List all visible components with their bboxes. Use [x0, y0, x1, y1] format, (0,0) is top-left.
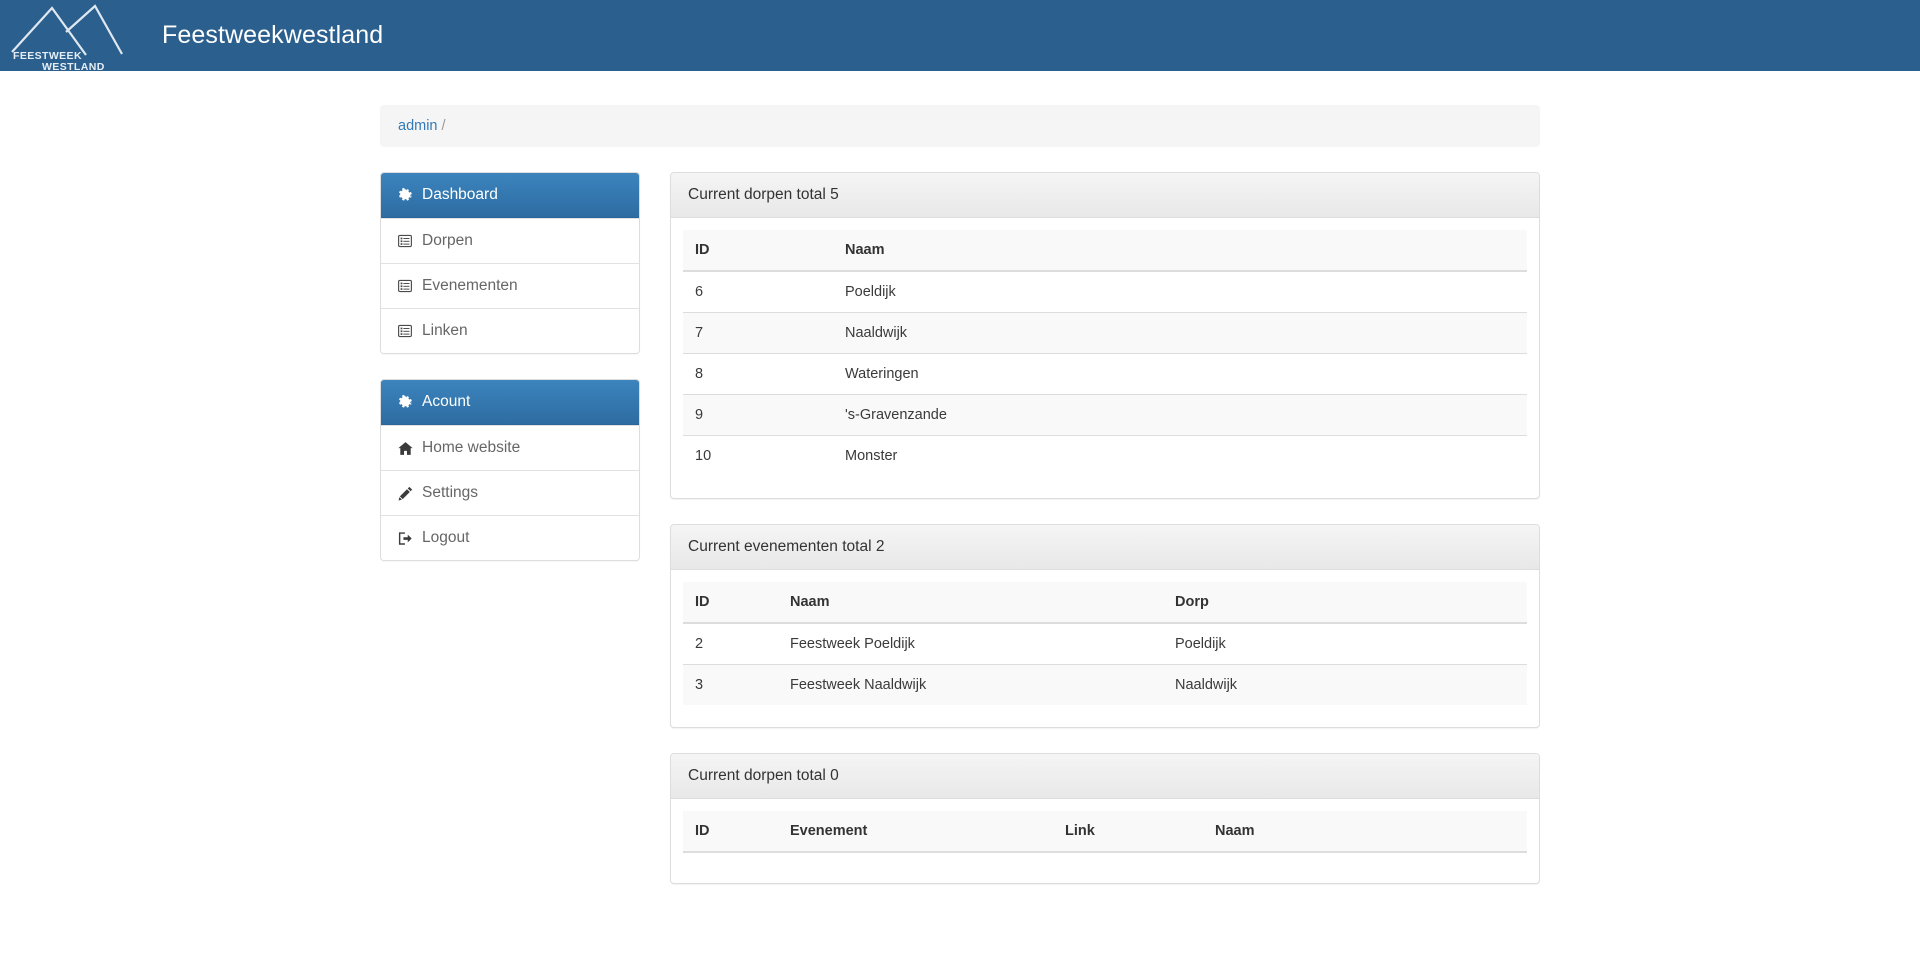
column-header-link: Link	[1053, 811, 1203, 853]
table-row[interactable]: 10 Monster	[683, 435, 1527, 476]
table-row[interactable]: 6 Poeldijk	[683, 270, 1527, 313]
table-row[interactable]: 9 's-Gravenzande	[683, 394, 1527, 436]
sidebar-group-header-account[interactable]: Acount	[381, 380, 639, 425]
site-logo[interactable]: FEESTWEEK WESTLAND	[0, 0, 129, 71]
sidebar-item-label: Evenementen	[422, 277, 518, 294]
column-header-id: ID	[683, 582, 778, 624]
pencil-icon	[397, 485, 413, 501]
column-header-naam: Naam	[1203, 811, 1527, 853]
dorpen-table-body: 6 Poeldijk 7 Naaldwijk 8 Wateringen 9 's…	[683, 270, 1527, 476]
cell-naam: Wateringen	[833, 353, 1527, 395]
linken-table-head: ID Evenement Link Naam	[683, 811, 1527, 853]
sidebar-group-account: Acount Home website Settings Logout	[380, 379, 640, 561]
cell-id: 8	[683, 353, 833, 395]
sidebar: Dashboard Dorpen Evenementen Linken Acou…	[380, 172, 640, 586]
svg-text:WESTLAND: WESTLAND	[42, 61, 105, 71]
table-header-row: ID Evenement Link Naam	[683, 811, 1527, 853]
sidebar-item-home-website[interactable]: Home website	[381, 425, 639, 470]
evenementen-table: ID Naam Dorp 2 Feestweek Poeldijk Poeldi…	[683, 582, 1527, 705]
sidebar-group-header-dashboard[interactable]: Dashboard	[381, 173, 639, 218]
sidebar-item-evenementen[interactable]: Evenementen	[381, 263, 639, 308]
column-header-dorp: Dorp	[1163, 582, 1527, 624]
table-row[interactable]: 7 Naaldwijk	[683, 312, 1527, 354]
column-header-evenement: Evenement	[778, 811, 1053, 853]
evenementen-table-head: ID Naam Dorp	[683, 582, 1527, 624]
cell-id: 2	[683, 622, 778, 665]
cell-id: 9	[683, 394, 833, 436]
sidebar-item-linken[interactable]: Linken	[381, 308, 639, 353]
sidebar-item-label: Logout	[422, 529, 470, 546]
panel-linken-body: ID Evenement Link Naam	[671, 799, 1539, 883]
panel-evenementen: Current evenementen total 2 ID Naam Dorp	[670, 524, 1540, 728]
sidebar-item-label: Home website	[422, 439, 521, 456]
table-header-row: ID Naam	[683, 230, 1527, 272]
dorpen-table-head: ID Naam	[683, 230, 1527, 272]
cell-naam: Poeldijk	[833, 270, 1527, 313]
column-header-naam: Naam	[778, 582, 1163, 624]
panel-evenementen-body: ID Naam Dorp 2 Feestweek Poeldijk Poeldi…	[671, 570, 1539, 727]
page-content: admin / Dashboard Dorpen Evenementen Lin…	[0, 71, 1920, 909]
panel-dorpen-title: Current dorpen total 5	[671, 173, 1539, 218]
sidebar-item-label: Settings	[422, 484, 479, 501]
cell-dorp: Naaldwijk	[1163, 664, 1527, 705]
sidebar-item-label: Dorpen	[422, 232, 473, 249]
table-row[interactable]: 2 Feestweek Poeldijk Poeldijk	[683, 622, 1527, 665]
gear-icon	[397, 187, 413, 203]
sidebar-item-logout[interactable]: Logout	[381, 515, 639, 560]
sidebar-group-header-label: Dashboard	[422, 186, 498, 203]
feestweek-westland-mountain-logo: FEESTWEEK WESTLAND	[11, 4, 123, 71]
column-header-naam: Naam	[833, 230, 1527, 272]
table-row[interactable]: 8 Wateringen	[683, 353, 1527, 395]
column-header-id: ID	[683, 230, 833, 272]
navbar-brand[interactable]: Feestweekwestland	[162, 23, 383, 48]
cell-naam: Monster	[833, 435, 1527, 476]
table-wrapper: ID Naam Dorp 2 Feestweek Poeldijk Poeldi…	[671, 570, 1539, 727]
sidebar-group-dashboard: Dashboard Dorpen Evenementen Linken	[380, 172, 640, 354]
list-alt-icon	[397, 233, 413, 249]
breadcrumb-separator: /	[441, 118, 446, 134]
cell-dorp: Poeldijk	[1163, 622, 1527, 665]
panel-dorpen-body: ID Naam 6 Poeldijk 7 Naaldwijk 8 Waterin…	[671, 218, 1539, 498]
panel-dorpen: Current dorpen total 5 ID Naam 6 Poeldij…	[670, 172, 1540, 499]
cell-id: 10	[683, 435, 833, 476]
main-row: Dashboard Dorpen Evenementen Linken Acou…	[380, 172, 1540, 909]
column-header-id: ID	[683, 811, 778, 853]
cell-naam: Feestweek Naaldwijk	[778, 664, 1163, 705]
panel-evenementen-title: Current evenementen total 2	[671, 525, 1539, 570]
breadcrumb: admin /	[380, 105, 1540, 147]
home-icon	[397, 440, 413, 456]
main-content: Current dorpen total 5 ID Naam 6 Poeldij…	[670, 172, 1540, 909]
content-container: admin / Dashboard Dorpen Evenementen Lin…	[380, 105, 1540, 909]
sign-out-icon	[397, 530, 413, 546]
table-wrapper: ID Naam 6 Poeldijk 7 Naaldwijk 8 Waterin…	[671, 218, 1539, 498]
breadcrumb-item-admin[interactable]: admin	[398, 118, 438, 134]
sidebar-group-header-label: Acount	[422, 393, 471, 410]
top-navbar: FEESTWEEK WESTLAND Feestweekwestland	[0, 0, 1920, 71]
cell-naam: Feestweek Poeldijk	[778, 622, 1163, 665]
table-header-row: ID Naam Dorp	[683, 582, 1527, 624]
cell-naam: Naaldwijk	[833, 312, 1527, 354]
linken-table: ID Evenement Link Naam	[683, 811, 1527, 853]
sidebar-item-label: Linken	[422, 322, 468, 339]
evenementen-table-body: 2 Feestweek Poeldijk Poeldijk 3 Feestwee…	[683, 622, 1527, 705]
table-wrapper: ID Evenement Link Naam	[671, 799, 1539, 883]
panel-linken: Current dorpen total 0 ID Evenement Link…	[670, 753, 1540, 884]
gear-icon	[397, 394, 413, 410]
sidebar-item-settings[interactable]: Settings	[381, 470, 639, 515]
dorpen-table: ID Naam 6 Poeldijk 7 Naaldwijk 8 Waterin…	[683, 230, 1527, 476]
cell-id: 6	[683, 270, 833, 313]
table-row[interactable]: 3 Feestweek Naaldwijk Naaldwijk	[683, 664, 1527, 705]
cell-naam: 's-Gravenzande	[833, 394, 1527, 436]
cell-id: 3	[683, 664, 778, 705]
list-alt-icon	[397, 323, 413, 339]
sidebar-item-dorpen[interactable]: Dorpen	[381, 218, 639, 263]
cell-id: 7	[683, 312, 833, 354]
list-alt-icon	[397, 278, 413, 294]
panel-linken-title: Current dorpen total 0	[671, 754, 1539, 799]
